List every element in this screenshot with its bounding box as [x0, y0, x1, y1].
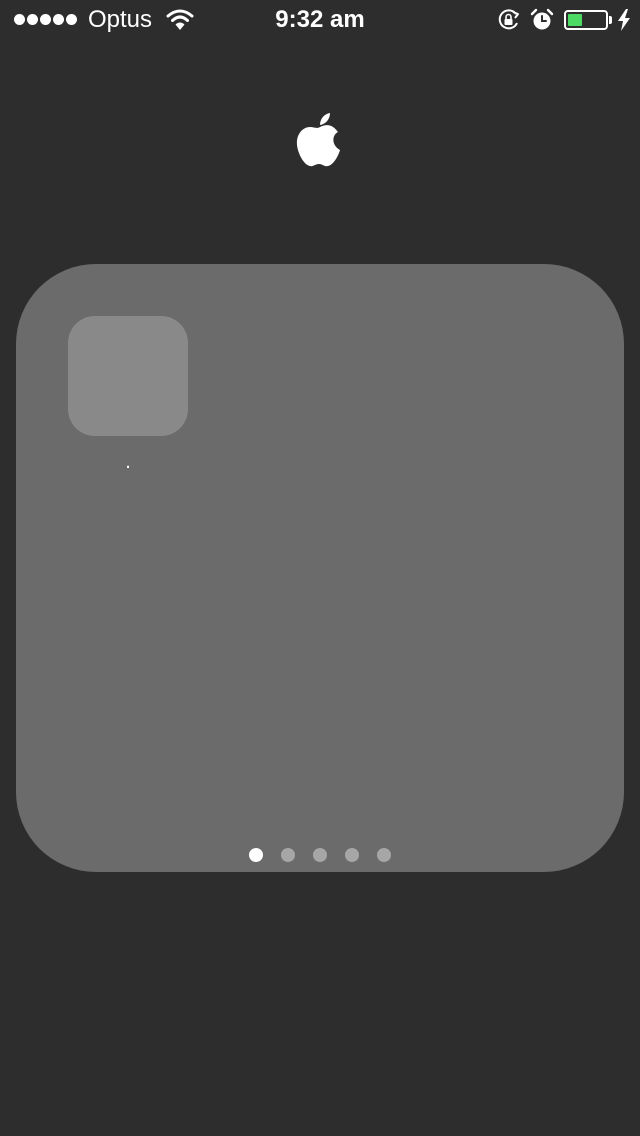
- app-label: .: [125, 451, 131, 473]
- folder-panel: .: [16, 264, 624, 872]
- battery-icon: [564, 10, 608, 30]
- apple-logo-icon: [296, 113, 340, 167]
- page-dot[interactable]: [313, 848, 327, 862]
- charging-bolt-icon: [618, 9, 630, 31]
- page-dot-active[interactable]: [249, 848, 263, 862]
- page-indicator[interactable]: [16, 848, 624, 862]
- app-icon-placeholder[interactable]: [68, 316, 188, 436]
- rotation-lock-icon: [498, 9, 519, 30]
- alarm-icon: [530, 8, 554, 30]
- battery-level-fill: [568, 14, 582, 26]
- battery-nub: [609, 16, 612, 24]
- page-dot[interactable]: [281, 848, 295, 862]
- page-dot[interactable]: [377, 848, 391, 862]
- status-bar: Optus 9:32 am: [0, 0, 640, 40]
- page-dot[interactable]: [345, 848, 359, 862]
